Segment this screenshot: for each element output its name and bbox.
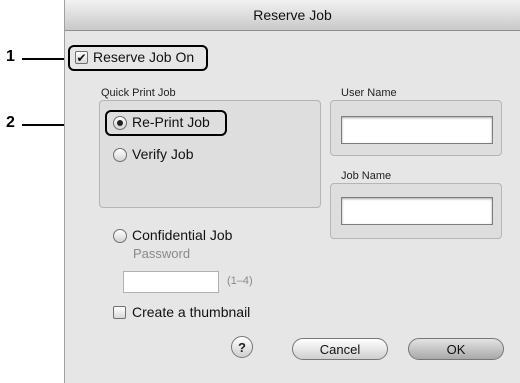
reserve-job-dialog: Reserve Job ✔ Reserve Job On Quick Print… <box>64 0 520 383</box>
user-name-field[interactable] <box>341 116 493 144</box>
password-range-hint: (1–4) <box>227 275 253 287</box>
callout-number-1: 1 <box>6 48 15 65</box>
reprint-job-label: Re-Print Job <box>132 114 210 130</box>
create-thumbnail-label: Create a thumbnail <box>132 304 251 320</box>
job-name-field[interactable] <box>341 197 493 225</box>
checkmark-icon: ✔ <box>76 50 87 65</box>
window-title: Reserve Job <box>65 0 520 31</box>
reserve-job-on-checkbox[interactable]: ✔ <box>75 51 88 64</box>
cancel-button[interactable]: Cancel <box>292 338 388 360</box>
job-name-label: Job Name <box>341 170 392 182</box>
radio-selected-dot <box>117 120 123 126</box>
help-button[interactable]: ? <box>231 336 253 358</box>
password-label: Password <box>133 246 191 261</box>
confidential-job-radio[interactable] <box>113 229 127 243</box>
verify-job-label: Verify Job <box>132 146 194 162</box>
ok-button[interactable]: OK <box>408 338 504 360</box>
confidential-job-label: Confidential Job <box>132 227 233 243</box>
user-name-label: User Name <box>341 87 397 99</box>
help-icon: ? <box>238 339 246 355</box>
callout-number-2: 2 <box>6 114 15 131</box>
callout-line-1 <box>22 58 67 60</box>
password-field[interactable] <box>123 271 219 293</box>
reprint-job-radio[interactable] <box>113 116 127 130</box>
create-thumbnail-checkbox[interactable] <box>113 306 126 319</box>
quick-print-group-label: Quick Print Job <box>101 87 176 99</box>
verify-job-radio[interactable] <box>113 148 127 162</box>
reserve-job-on-label: Reserve Job On <box>93 49 195 65</box>
